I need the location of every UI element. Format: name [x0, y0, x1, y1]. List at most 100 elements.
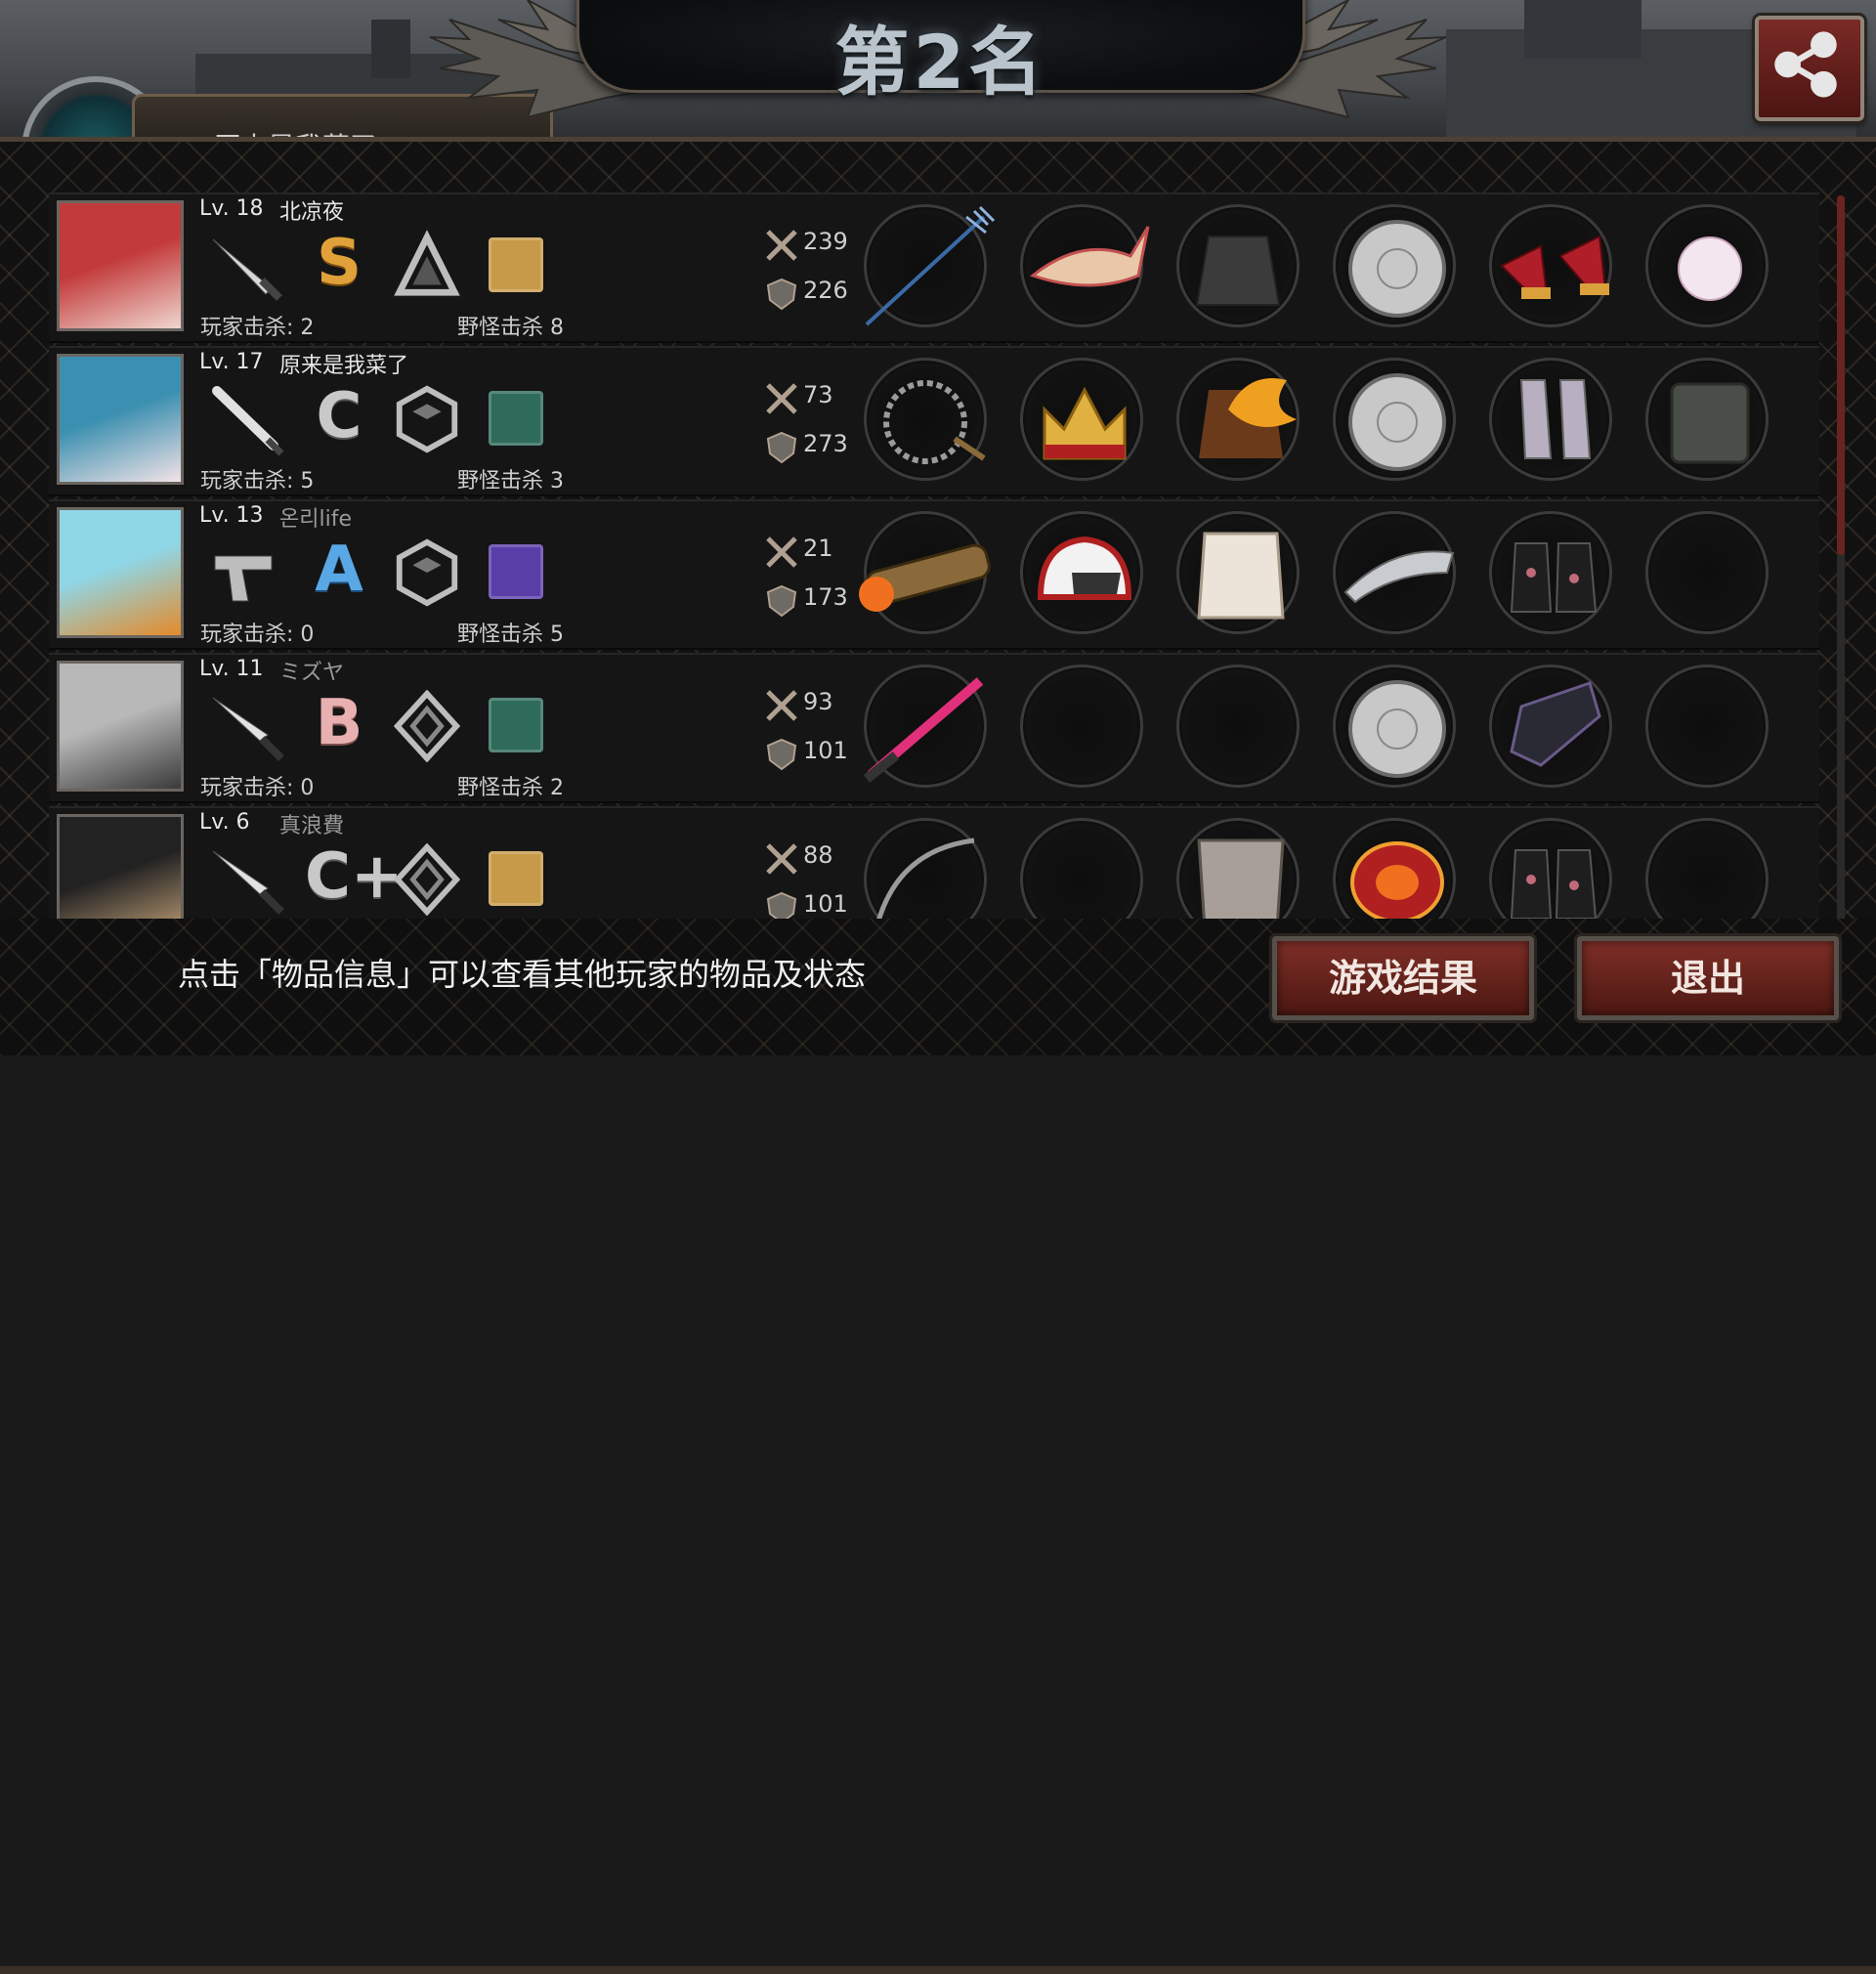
- pet-icon: [489, 237, 543, 292]
- floral-boots-icon: [1510, 849, 1598, 920]
- item-slot[interactable]: [1176, 818, 1300, 923]
- player-row[interactable]: Lv. 11 ミズヤ B 玩家击杀: 0 野怪击杀 2 93 101: [49, 653, 1819, 803]
- item-slot[interactable]: [1020, 511, 1143, 634]
- diamond-rank-icon: [393, 843, 461, 916]
- share-button[interactable]: [1755, 16, 1864, 121]
- monster-kills: 野怪击杀 5: [457, 622, 564, 647]
- player-portrait[interactable]: [57, 814, 184, 923]
- item-slot[interactable]: [1333, 358, 1456, 481]
- player-row[interactable]: Lv. 17 原来是我菜了 C 玩家击杀: 5 野怪击杀 3 73 273: [49, 346, 1819, 496]
- item-slot[interactable]: [1333, 818, 1456, 923]
- player-kills: 玩家击杀: 5: [200, 469, 315, 494]
- trident-icon: [865, 205, 996, 326]
- grade-badge: A: [315, 534, 363, 606]
- results-panel: Lv. 18 北凉夜 S 玩家击杀: 2 野怪击杀 8 239 226 Lv. 17 原来是我菜…: [0, 137, 1876, 923]
- player-name: 온리life: [279, 507, 352, 532]
- sword-icon: [212, 238, 282, 301]
- player-name: 北凉夜: [279, 200, 345, 225]
- item-slot[interactable]: [1176, 204, 1300, 327]
- attack-icon: [766, 690, 797, 721]
- item-slot[interactable]: [1489, 511, 1612, 634]
- item-slot[interactable]: [1176, 665, 1300, 788]
- item-slot[interactable]: [864, 358, 987, 481]
- share-icon: [1774, 31, 1837, 98]
- item-slot[interactable]: [1489, 665, 1612, 788]
- item-slot[interactable]: [1020, 818, 1143, 923]
- attack-icon: [766, 230, 797, 261]
- diamond-rank-icon: [393, 690, 461, 762]
- triangle-rank-icon: [394, 230, 460, 296]
- disc-icon: [1348, 220, 1446, 318]
- item-slot[interactable]: [1645, 665, 1769, 788]
- item-slot[interactable]: [1489, 358, 1612, 481]
- game-result-button[interactable]: 游戏结果: [1272, 936, 1534, 1020]
- player-list[interactable]: Lv. 18 北凉夜 S 玩家击杀: 2 野怪击杀 8 239 226 Lv. 17 原来是我菜…: [49, 193, 1819, 923]
- red-heels-icon: [1500, 235, 1609, 299]
- item-slot[interactable]: [1489, 818, 1612, 923]
- player-row[interactable]: Lv. 6真浪費C+玩家击杀: 0野怪击杀 088101: [49, 806, 1819, 923]
- rank-banner: 第2名: [576, 0, 1305, 106]
- rank-title: 第2名: [834, 19, 1047, 106]
- wing-crown-icon: [1029, 226, 1150, 287]
- item-slot[interactable]: [1645, 511, 1769, 634]
- attack-value: 93: [803, 688, 833, 715]
- attack-value: 73: [803, 381, 833, 408]
- empty-icon: [1013, 658, 1156, 800]
- player-level: Lv. 13: [199, 503, 264, 528]
- item-slot[interactable]: [1020, 665, 1143, 788]
- item-slot[interactable]: [1333, 665, 1456, 788]
- item-slot[interactable]: [1020, 358, 1143, 481]
- item-slot[interactable]: [1020, 204, 1150, 327]
- item-slot[interactable]: [1645, 818, 1769, 923]
- item-slot[interactable]: [859, 511, 991, 634]
- player-portrait[interactable]: [57, 661, 184, 792]
- player-kills: 玩家击杀: 0: [200, 622, 315, 647]
- pink-blade-icon: [863, 677, 984, 783]
- attack-value: 239: [803, 228, 848, 255]
- cube-rank-icon: [396, 538, 458, 607]
- pet-icon: [489, 544, 543, 599]
- grade-badge: C: [316, 380, 362, 452]
- player-portrait[interactable]: [57, 507, 184, 638]
- item-slot[interactable]: [1333, 204, 1456, 327]
- player-row[interactable]: Lv. 18 北凉夜 S 玩家击杀: 2 野怪击杀 8 239 226: [49, 193, 1819, 343]
- player-kills: 玩家击杀: 0: [200, 776, 315, 800]
- player-row[interactable]: Lv. 13 온리life A 玩家击杀: 0 野怪击杀 5 21 173: [49, 499, 1819, 650]
- item-slot[interactable]: [864, 204, 996, 327]
- attack-icon: [766, 383, 797, 414]
- item-slot[interactable]: [864, 818, 987, 923]
- player-level: Lv. 18: [199, 196, 264, 221]
- item-slot[interactable]: [1176, 358, 1300, 481]
- player-portrait[interactable]: [57, 354, 184, 485]
- tip-text: 点击「物品信息」可以查看其他玩家的物品及状态: [178, 956, 867, 993]
- item-slot[interactable]: [1176, 511, 1300, 634]
- knife-icon: [212, 850, 284, 915]
- item-slot[interactable]: [1645, 358, 1769, 481]
- knife-icon: [212, 697, 284, 761]
- empty-icon: [1639, 504, 1781, 647]
- pet-icon: [489, 851, 543, 906]
- item-slot[interactable]: [1333, 511, 1456, 634]
- attack-value: 21: [803, 535, 833, 562]
- scrollbar-thumb[interactable]: [1837, 195, 1845, 555]
- player-kills: 玩家击杀: 2: [200, 316, 315, 340]
- player-name: 真浪費: [279, 814, 345, 838]
- defense-value: 101: [803, 737, 848, 764]
- item-slot[interactable]: [1645, 204, 1769, 327]
- empty-icon: [1013, 811, 1156, 923]
- pistol-icon: [214, 555, 273, 602]
- monster-kills: 野怪击杀 8: [457, 316, 564, 340]
- pet-icon: [489, 698, 543, 752]
- rocket-launcher-icon: [859, 543, 991, 612]
- player-portrait[interactable]: [57, 200, 184, 331]
- divider: [0, 1966, 1876, 1974]
- empty-icon: [1639, 658, 1781, 800]
- ruby-brooch-icon: [1350, 841, 1444, 923]
- steel-boots-icon: [1519, 379, 1592, 459]
- item-slot[interactable]: [863, 665, 987, 788]
- shield-icon: [766, 431, 797, 464]
- item-slot[interactable]: [1489, 204, 1612, 327]
- exit-button[interactable]: 退出: [1577, 936, 1839, 1020]
- player-name: 原来是我菜了: [279, 354, 409, 378]
- disc-icon: [1348, 373, 1446, 471]
